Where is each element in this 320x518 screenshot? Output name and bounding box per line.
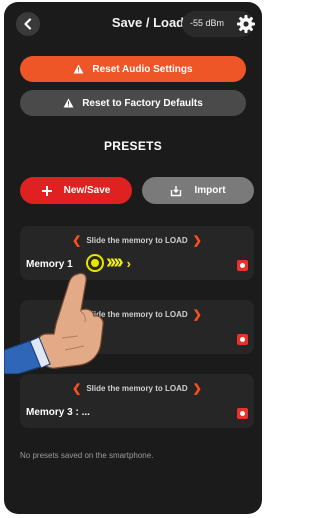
- chevron-right-icon: ❯: [192, 235, 202, 247]
- reset-audio-label: Reset Audio Settings: [92, 63, 193, 75]
- gear-icon[interactable]: [236, 14, 256, 34]
- reset-factory-label: Reset to Factory Defaults: [82, 97, 203, 109]
- reset-audio-settings-button[interactable]: Reset Audio Settings: [20, 56, 246, 82]
- reset-factory-defaults-button[interactable]: Reset to Factory Defaults: [20, 90, 246, 116]
- back-button[interactable]: [16, 12, 40, 36]
- import-icon: [170, 185, 182, 197]
- import-label: Import: [194, 185, 226, 196]
- slide-hint-text: Slide the memory to LOAD: [86, 384, 188, 393]
- chevron-right-icon: ❯: [192, 383, 202, 395]
- chevron-right-icon: ❯: [192, 309, 202, 321]
- slide-hint: ❮ Slide the memory to LOAD ❯: [20, 382, 254, 395]
- warning-icon: [73, 64, 84, 74]
- new-save-button[interactable]: New/Save: [20, 177, 132, 204]
- pointing-hand-icon: [4, 272, 104, 374]
- new-save-label: New/Save: [63, 185, 111, 196]
- chevron-left-icon: ❮: [72, 235, 82, 247]
- chevron-left-icon: [24, 18, 32, 30]
- delete-icon[interactable]: [237, 334, 248, 345]
- header: Save / Load -55 dBm: [4, 2, 262, 46]
- plus-icon: [41, 185, 52, 196]
- slide-hint: ❮ Slide the memory to LOAD ❯: [20, 234, 254, 247]
- no-presets-message: No presets saved on the smartphone.: [20, 451, 154, 460]
- memory-name: Memory 3 : ...: [26, 407, 90, 418]
- phone-screen: Save / Load -55 dBm Reset Audio Settings: [4, 2, 262, 514]
- signal-strength: -55 dBm: [190, 18, 225, 28]
- chevron-left-icon: ❮: [72, 383, 82, 395]
- presets-heading: PRESETS: [103, 139, 163, 153]
- slide-hint-text: Slide the memory to LOAD: [86, 236, 188, 245]
- memory-slot-3[interactable]: ❮ Slide the memory to LOAD ❯ Memory 3 : ..…: [20, 374, 254, 428]
- warning-icon: [63, 98, 74, 108]
- delete-icon[interactable]: [237, 260, 248, 271]
- signal-badge: -55 dBm: [182, 11, 256, 37]
- import-button[interactable]: Import: [142, 177, 254, 204]
- delete-icon[interactable]: [237, 408, 248, 419]
